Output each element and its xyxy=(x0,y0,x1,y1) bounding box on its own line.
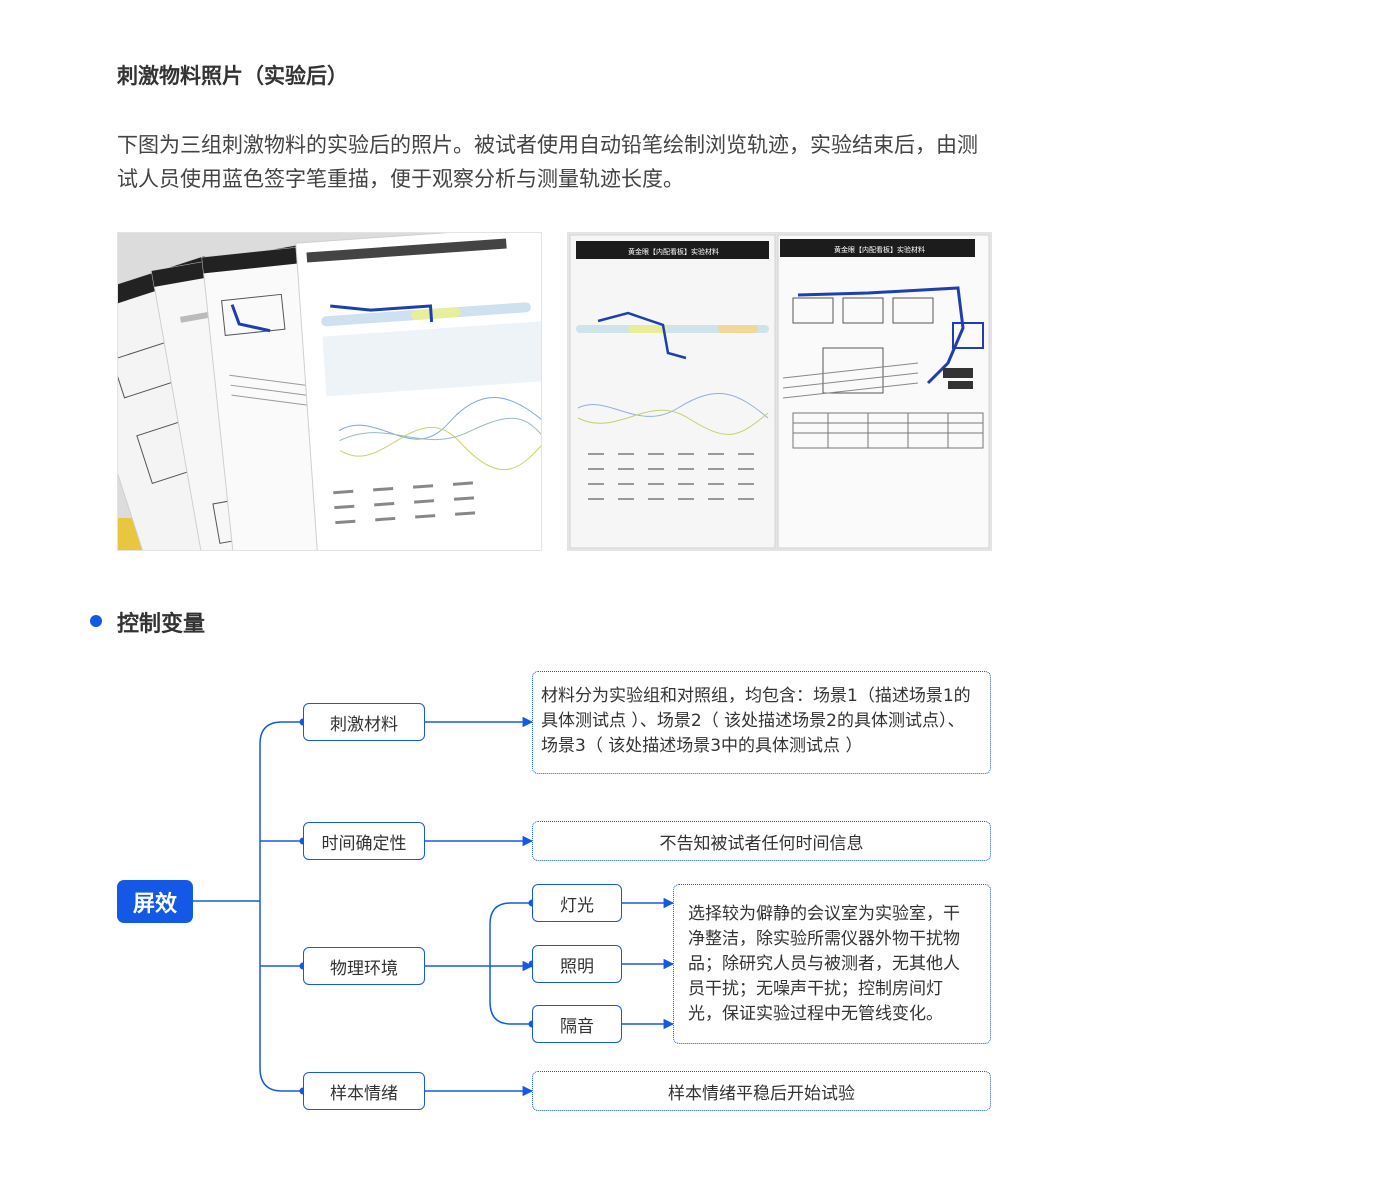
note-time-certainty: 不告知被试者任何时间信息 xyxy=(532,821,991,861)
note-physical-environment: 选择较为僻静的会议室为实验室，干净整洁，除实验所需仪器外物干扰物品；除研究人员与… xyxy=(673,884,991,1044)
branch-stimulus-material: 刺激材料 xyxy=(303,703,425,741)
sub-branch-illumination: 照明 xyxy=(532,945,622,983)
mindmap-root: 屏效 xyxy=(117,880,193,923)
sub-branch-lighting: 灯光 xyxy=(532,884,622,922)
branch-physical-environment: 物理环境 xyxy=(303,947,425,985)
branch-time-certainty: 时间确定性 xyxy=(303,822,425,860)
note-sample-emotion: 样本情绪平稳后开始试验 xyxy=(532,1071,991,1111)
branch-sample-emotion: 样本情绪 xyxy=(303,1072,425,1110)
note-stimulus-material: 材料分为实验组和对照组，均包含：场景1（描述场景1的具体测试点 ）、场景2（ 该… xyxy=(532,671,991,774)
sub-branch-soundproofing: 隔音 xyxy=(532,1005,622,1043)
